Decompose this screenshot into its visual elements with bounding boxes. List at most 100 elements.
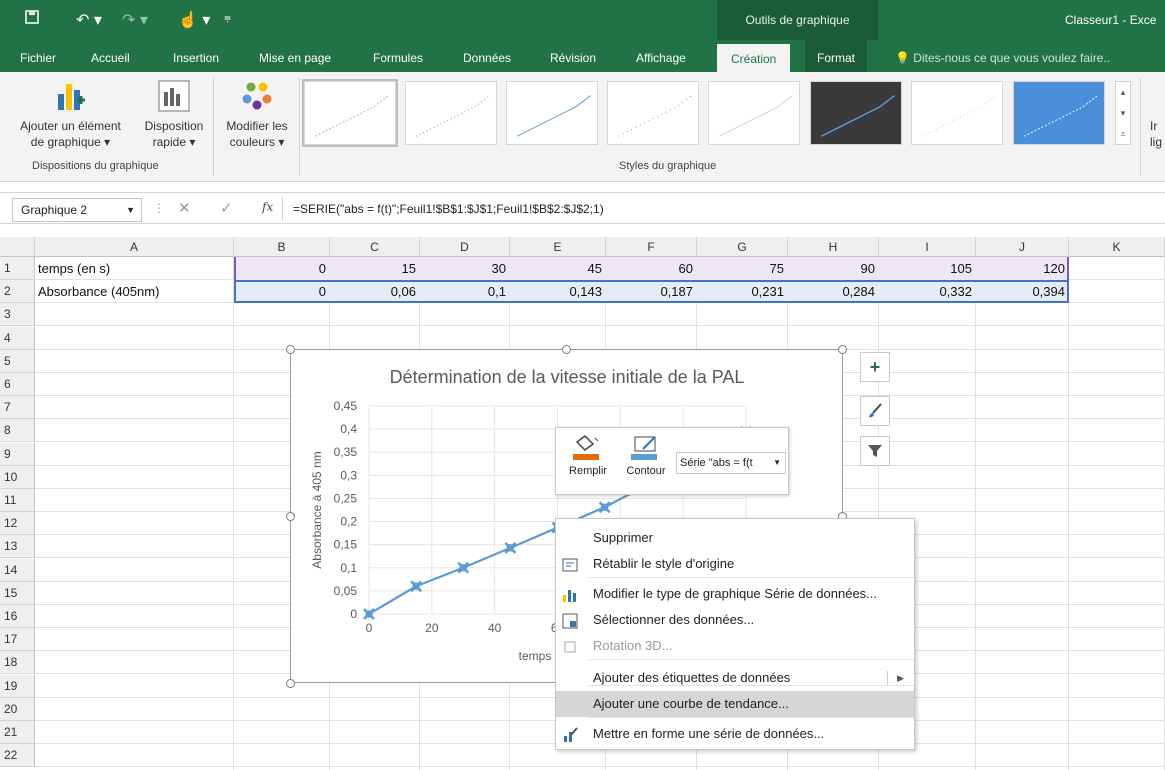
cell-value[interactable]: 0,284 — [788, 280, 879, 303]
menu-item-mettre-en-forme-serie[interactable]: Mettre en forme une série de données... — [556, 721, 914, 747]
formula-input[interactable]: =SERIE("abs = f(t)";Feuil1!$B$1:$J$1;Feu… — [293, 193, 604, 225]
styles-gallery-scroll[interactable]: ▴ ▾ ⩡ — [1115, 81, 1131, 145]
cell-value[interactable]: 0,231 — [697, 280, 788, 303]
row-header[interactable]: 11 — [0, 489, 35, 512]
row-header[interactable]: 14 — [0, 558, 35, 582]
tab-insertion[interactable]: Insertion — [173, 40, 219, 72]
column-header[interactable]: C — [330, 237, 420, 257]
cell-a2[interactable]: Absorbance (405nm) — [38, 280, 233, 303]
chart-style-7[interactable] — [911, 81, 1003, 145]
row-header[interactable]: 4 — [0, 326, 35, 350]
cell-value[interactable]: 0,06 — [330, 280, 420, 303]
cell-value[interactable]: 15 — [330, 257, 420, 280]
cell-value[interactable]: 90 — [788, 257, 879, 280]
tell-me-box[interactable]: 💡 Dites-nous ce que vous voulez faire.. — [895, 40, 1110, 76]
cell-value[interactable]: 60 — [606, 257, 697, 280]
cell-value[interactable]: 30 — [420, 257, 510, 280]
resize-handle[interactable] — [562, 345, 571, 354]
cell-value[interactable]: 45 — [510, 257, 606, 280]
cell-value[interactable]: 0,394 — [976, 280, 1069, 303]
menu-item-ajouter-etiquettes[interactable]: Ajouter des étiquettes de données ▶ — [556, 665, 914, 691]
cell-value[interactable]: 0,332 — [879, 280, 976, 303]
quick-layout-button[interactable]: Disposition rapide ▾ — [137, 78, 211, 150]
touch-mode-icon[interactable]: ☝ ▾ — [178, 10, 210, 30]
change-colors-button[interactable]: Modifier les couleurs ▾ — [218, 78, 296, 150]
tab-accueil[interactable]: Accueil — [91, 40, 130, 72]
chart-style-6[interactable] — [810, 81, 902, 145]
row-header[interactable]: 18 — [0, 651, 35, 675]
tab-mise-en-page[interactable]: Mise en page — [259, 40, 331, 72]
tab-revision[interactable]: Révision — [550, 40, 596, 72]
row-header[interactable]: 10 — [0, 465, 35, 489]
resize-handle[interactable] — [286, 679, 295, 688]
fill-button[interactable]: Remplir — [564, 434, 612, 477]
row-header[interactable]: 15 — [0, 581, 35, 605]
menu-item-ajouter-courbe-tendance[interactable]: Ajouter une courbe de tendance... — [556, 691, 914, 717]
row-header[interactable]: 20 — [0, 697, 35, 721]
row-header[interactable]: 16 — [0, 605, 35, 628]
tab-formules[interactable]: Formules — [373, 40, 423, 72]
row-header[interactable]: 2 — [0, 280, 35, 304]
insert-function-icon[interactable]: fx — [262, 200, 273, 214]
chart-style-4[interactable] — [607, 81, 699, 145]
menu-item-supprimer[interactable]: Supprimer — [556, 525, 914, 551]
row-header[interactable]: 8 — [0, 419, 35, 443]
column-header[interactable]: F — [606, 237, 697, 257]
switch-row-column-button[interactable]: Ir lig — [1150, 118, 1165, 150]
chart-styles-brush-icon[interactable] — [860, 396, 890, 426]
column-header[interactable]: D — [420, 237, 510, 257]
tab-fichier[interactable]: Fichier — [20, 40, 56, 72]
column-header[interactable]: K — [1069, 237, 1165, 257]
row-header[interactable]: 3 — [0, 303, 35, 327]
tab-affichage[interactable]: Affichage — [636, 40, 686, 72]
resize-handle[interactable] — [286, 345, 295, 354]
save-icon[interactable] — [25, 10, 39, 29]
cell-a1[interactable]: temps (en s) — [38, 257, 233, 280]
row-header[interactable]: 17 — [0, 628, 35, 652]
cell-value[interactable]: 0 — [234, 280, 330, 303]
column-header[interactable]: A — [35, 237, 234, 257]
row-header[interactable]: 13 — [0, 535, 35, 559]
chart-style-1[interactable] — [302, 79, 398, 147]
cell-value[interactable]: 0,143 — [510, 280, 606, 303]
chart-style-5[interactable] — [708, 81, 800, 145]
add-chart-element-button[interactable]: Ajouter un élément de graphique ▾ — [8, 78, 133, 150]
cell-value[interactable]: 0,1 — [420, 280, 510, 303]
row-header[interactable]: 6 — [0, 373, 35, 396]
cell-value[interactable]: 120 — [976, 257, 1069, 280]
chart-elements-plus-icon[interactable]: + — [860, 352, 890, 382]
row-header[interactable]: 7 — [0, 396, 35, 420]
column-header[interactable]: H — [788, 237, 879, 257]
tab-donnees[interactable]: Données — [463, 40, 511, 72]
row-header[interactable]: 21 — [0, 721, 35, 744]
cell-value[interactable]: 0,187 — [606, 280, 697, 303]
menu-item-modifier-type[interactable]: Modifier le type de graphique Série de d… — [556, 581, 914, 607]
series-selector-dropdown[interactable]: Série "abs = f(t ▼ — [676, 452, 786, 474]
column-header[interactable]: I — [879, 237, 976, 257]
tab-creation[interactable]: Création — [717, 44, 791, 72]
row-header[interactable]: 12 — [0, 512, 35, 536]
column-header[interactable]: B — [234, 237, 330, 257]
row-header[interactable]: 19 — [0, 674, 35, 698]
row-header[interactable]: 22 — [0, 744, 35, 768]
cell-value[interactable]: 105 — [879, 257, 976, 280]
cancel-icon[interactable]: ✕ — [178, 199, 191, 217]
undo-icon[interactable]: ↶ ▾ — [76, 10, 102, 30]
row-header[interactable]: 9 — [0, 442, 35, 466]
tab-format[interactable]: Format — [805, 40, 868, 72]
cell-value[interactable]: 75 — [697, 257, 788, 280]
column-header[interactable]: G — [697, 237, 788, 257]
resize-handle[interactable] — [838, 345, 847, 354]
enter-icon[interactable]: ✓ — [220, 199, 233, 217]
outline-button[interactable]: Contour — [618, 434, 674, 477]
chart-style-2[interactable] — [405, 81, 497, 145]
menu-item-retablir-style[interactable]: Rétablir le style d'origine — [556, 551, 914, 577]
menu-item-selectionner-donnees[interactable]: Sélectionner des données... — [556, 607, 914, 633]
chevron-down-icon[interactable]: ▼ — [126, 199, 135, 221]
select-all-corner[interactable] — [0, 237, 35, 257]
row-header[interactable]: 5 — [0, 349, 35, 373]
cell-value[interactable]: 0 — [234, 257, 330, 280]
row-header[interactable]: 1 — [0, 257, 35, 280]
chart-filters-funnel-icon[interactable] — [860, 436, 890, 466]
redo-icon[interactable]: ↷ ▾ — [122, 10, 148, 30]
